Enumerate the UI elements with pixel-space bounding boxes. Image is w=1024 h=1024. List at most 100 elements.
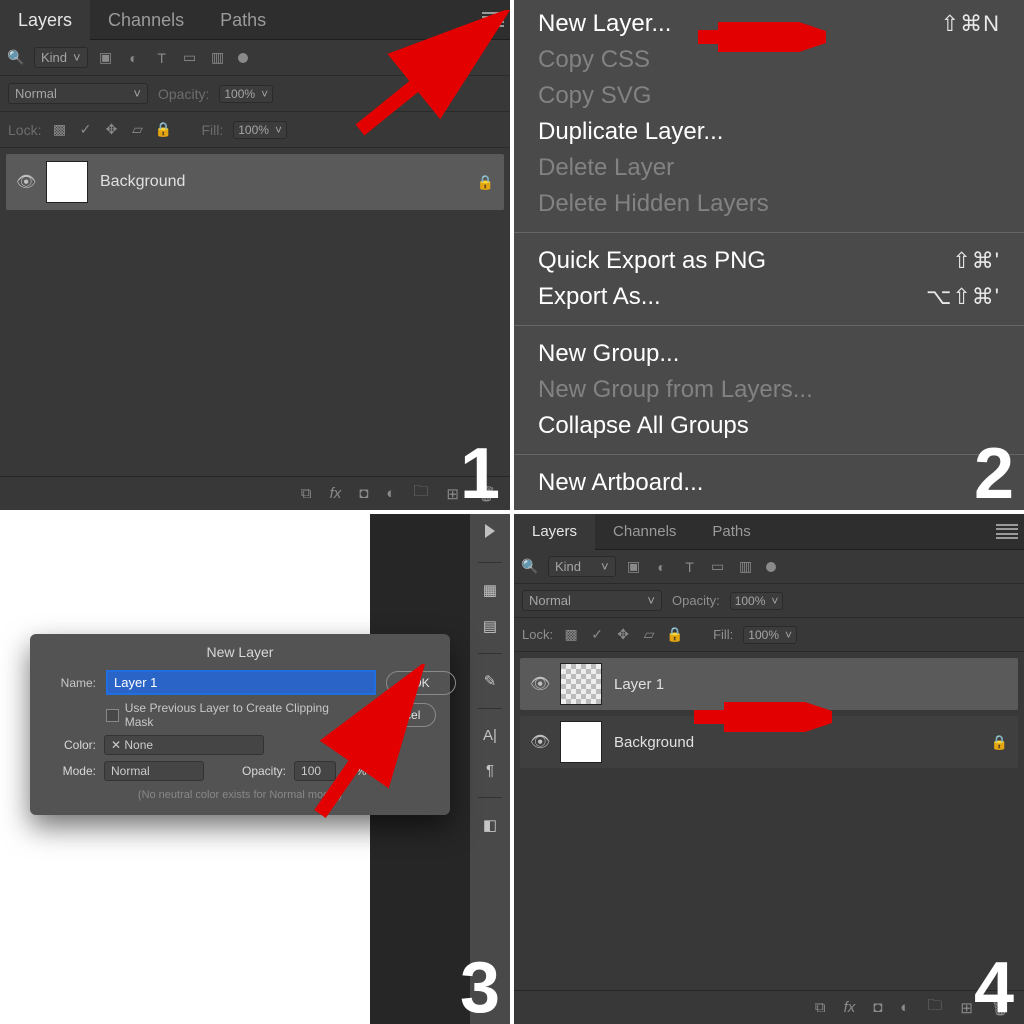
layers-panel-icon[interactable]: ◧ — [483, 816, 497, 834]
annotation-arrow — [682, 702, 832, 732]
filter-toggle-icon[interactable] — [238, 53, 248, 63]
lock-icon[interactable]: 🔒 — [477, 174, 494, 191]
filter-adjust-icon[interactable]: ◐ — [654, 559, 670, 575]
step-number-3: 3 — [460, 952, 500, 1024]
tab-layers[interactable]: Layers — [514, 514, 595, 550]
menu-separator — [514, 454, 1024, 455]
filter-smart-icon[interactable]: ▥ — [738, 559, 754, 575]
filter-kind-select[interactable]: Kind˅ — [34, 47, 88, 68]
panel-menu-icon[interactable] — [996, 524, 1018, 540]
lock-all-icon[interactable]: 🔒 — [155, 122, 171, 138]
layer-thumbnail[interactable] — [560, 721, 602, 763]
fx-icon[interactable]: fx — [330, 485, 342, 502]
link-layers-icon[interactable]: ⧉ — [301, 485, 312, 502]
visibility-icon[interactable]: 👁 — [530, 674, 548, 694]
paragraph-icon[interactable]: ¶ — [486, 762, 494, 779]
lock-transparent-icon[interactable]: ▩ — [563, 627, 579, 643]
opacity-field[interactable]: 100%˅ — [730, 592, 784, 610]
tab-layers[interactable]: Layers — [0, 0, 90, 40]
layer-row-background[interactable]: 👁 Background 🔒 — [6, 154, 504, 210]
annotation-arrow — [290, 664, 430, 824]
shortcut-text: ⇧⌘' — [952, 248, 1000, 274]
shortcut-text: ⌥⇧⌘' — [926, 284, 1000, 310]
layer-name[interactable]: Background — [100, 173, 465, 191]
filter-shape-icon[interactable]: ▭ — [182, 50, 198, 66]
opacity-label: Opacity: — [672, 593, 720, 608]
color-panel-icon[interactable]: ▦ — [483, 581, 497, 599]
blend-mode-select[interactable]: Normal˅ — [522, 590, 662, 611]
filter-toggle-icon[interactable] — [766, 562, 776, 572]
color-select[interactable]: ✕ None — [104, 735, 264, 755]
filter-pixel-icon[interactable]: ▣ — [98, 50, 114, 66]
layer-thumbnail[interactable] — [560, 663, 602, 705]
filter-smart-icon[interactable]: ▥ — [210, 50, 226, 66]
layer-thumbnail[interactable] — [46, 161, 88, 203]
lock-brush-icon[interactable]: ✓ — [77, 122, 93, 138]
expand-icon[interactable] — [485, 524, 495, 538]
fill-field[interactable]: 100%˅ — [233, 121, 287, 139]
visibility-icon[interactable]: 👁 — [16, 172, 34, 192]
group-icon[interactable]: 🗀 — [927, 995, 942, 1020]
mode-label: Mode: — [56, 764, 96, 778]
mask-icon[interactable]: ◘ — [873, 999, 882, 1016]
lock-artboard-icon[interactable]: ▱ — [641, 627, 657, 643]
new-layer-icon[interactable]: ⊞ — [960, 999, 973, 1017]
step-number-4: 4 — [974, 952, 1014, 1024]
lock-artboard-icon[interactable]: ▱ — [129, 122, 145, 138]
swatches-icon[interactable]: ▤ — [483, 617, 497, 635]
menu-duplicate-layer[interactable]: Duplicate Layer... — [514, 114, 1024, 150]
filter-adjust-icon[interactable]: ◐ — [126, 50, 142, 66]
blend-row: Normal˅ Opacity: 100%˅ — [514, 584, 1024, 618]
fx-icon[interactable]: fx — [844, 999, 856, 1016]
fill-label: Fill: — [713, 627, 733, 642]
menu-quick-export[interactable]: Quick Export as PNG⇧⌘' — [514, 243, 1024, 279]
adjustment-icon[interactable]: ◐ — [900, 999, 909, 1016]
menu-new-artboard[interactable]: New Artboard... — [514, 465, 1024, 501]
lock-transparent-icon[interactable]: ▩ — [51, 122, 67, 138]
opacity-label: Opacity: — [158, 86, 209, 102]
lock-move-icon[interactable]: ✥ — [615, 627, 631, 643]
tab-paths[interactable]: Paths — [694, 514, 768, 550]
menu-export-as[interactable]: Export As...⌥⇧⌘' — [514, 279, 1024, 315]
lock-row: Lock: ▩ ✓ ✥ ▱ 🔒 Fill: 100%˅ — [514, 618, 1024, 652]
fill-field[interactable]: 100%˅ — [743, 626, 797, 644]
filter-kind-select[interactable]: Kind˅ — [548, 556, 616, 577]
fill-label: Fill: — [201, 122, 223, 138]
menu-collapse-groups[interactable]: Collapse All Groups — [514, 408, 1024, 444]
lock-all-icon[interactable]: 🔒 — [667, 627, 683, 643]
menu-delete-hidden: Delete Hidden Layers — [514, 186, 1024, 222]
brush-icon[interactable]: ✎ — [484, 672, 497, 690]
adjustment-icon[interactable]: ◐ — [386, 485, 395, 502]
lock-icon[interactable]: 🔒 — [991, 734, 1008, 751]
filter-pixel-icon[interactable]: ▣ — [626, 559, 642, 575]
mode-select[interactable]: Normal — [104, 761, 204, 781]
tab-channels[interactable]: Channels — [595, 514, 694, 550]
step-number-2: 2 — [974, 438, 1014, 510]
menu-copy-svg: Copy SVG — [514, 78, 1024, 114]
layer-name[interactable]: Layer 1 — [614, 676, 1008, 693]
tab-paths[interactable]: Paths — [202, 0, 284, 40]
link-layers-icon[interactable]: ⧉ — [815, 999, 826, 1016]
group-icon[interactable]: 🗀 — [413, 481, 428, 506]
visibility-icon[interactable]: 👁 — [530, 732, 548, 752]
lock-move-icon[interactable]: ✥ — [103, 122, 119, 138]
char-icon[interactable]: A| — [483, 727, 497, 744]
annotation-arrow — [340, 10, 510, 140]
mask-icon[interactable]: ◘ — [359, 485, 368, 502]
tab-channels[interactable]: Channels — [90, 0, 202, 40]
filter-type-icon[interactable]: T — [154, 50, 170, 66]
opacity-field[interactable]: 100%˅ — [219, 85, 273, 103]
name-label: Name: — [44, 676, 96, 690]
lock-brush-icon[interactable]: ✓ — [589, 627, 605, 643]
dialog-title: New Layer — [44, 644, 436, 660]
clipping-mask-checkbox[interactable] — [106, 709, 119, 722]
annotation-arrow — [686, 22, 826, 52]
new-layer-icon[interactable]: ⊞ — [446, 485, 459, 503]
filter-type-icon[interactable]: T — [682, 559, 698, 575]
step-number-1: 1 — [460, 438, 500, 510]
menu-new-group[interactable]: New Group... — [514, 336, 1024, 372]
filter-shape-icon[interactable]: ▭ — [710, 559, 726, 575]
layer-name[interactable]: Background — [614, 734, 979, 751]
menu-separator — [514, 232, 1024, 233]
blend-mode-select[interactable]: Normal˅ — [8, 83, 148, 104]
